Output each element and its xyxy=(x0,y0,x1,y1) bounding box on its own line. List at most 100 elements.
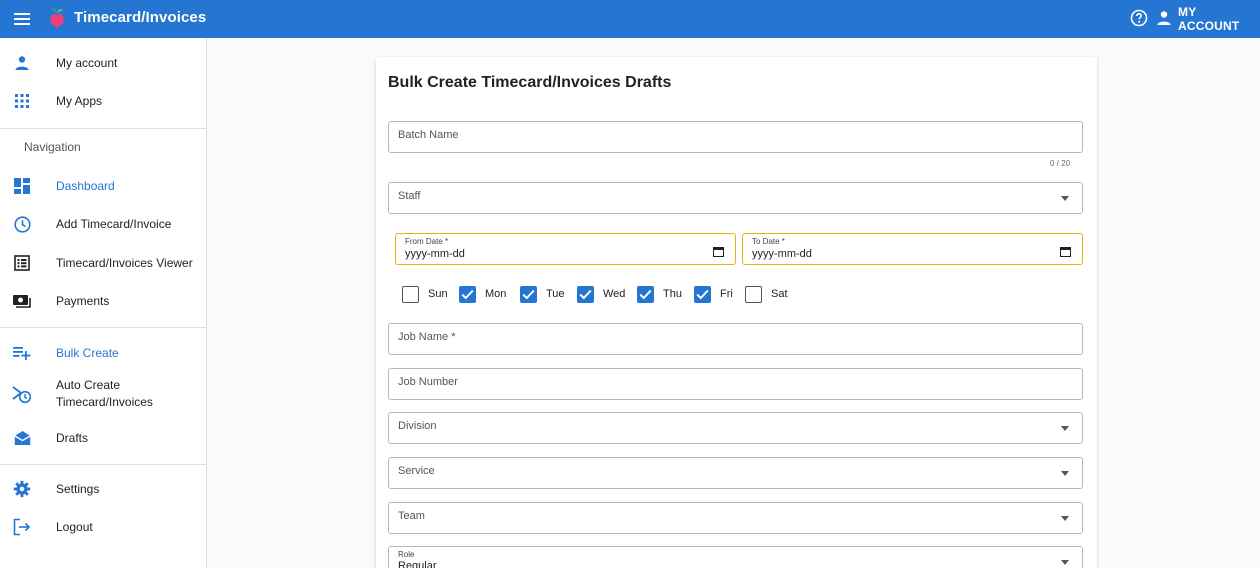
dashboard-icon xyxy=(12,176,32,196)
day-label: Mon xyxy=(485,288,507,300)
sidebar-item-label: Timecard/Invoices Viewer xyxy=(56,255,193,270)
list-icon xyxy=(12,253,32,273)
checkbox-icon[interactable] xyxy=(402,285,419,303)
apps-grid-icon xyxy=(12,91,32,111)
checkbox-checked-icon[interactable] xyxy=(637,285,654,303)
checkbox-checked-icon[interactable] xyxy=(459,285,476,303)
batch-name-counter: 0 / 20 xyxy=(1050,159,1071,168)
sidebar-item-label: Bulk Create xyxy=(56,345,119,360)
help-circle-icon[interactable] xyxy=(1130,9,1150,29)
to-date-value: yyyy-mm-dd xyxy=(752,248,812,260)
sidebar-item-logout[interactable]: Logout xyxy=(0,517,206,537)
calendar-icon[interactable] xyxy=(713,244,724,257)
division-label: Division xyxy=(398,420,437,432)
staff-select[interactable]: Staff xyxy=(388,182,1083,214)
sidebar-item-label: Logout xyxy=(56,519,93,534)
day-label: Sat xyxy=(771,288,788,300)
day-checkbox-wed[interactable]: Wed xyxy=(577,285,625,303)
day-label: Tue xyxy=(546,288,565,300)
playlist-add-icon xyxy=(12,343,32,363)
clock-icon xyxy=(12,214,32,234)
division-select[interactable]: Division xyxy=(388,412,1083,444)
role-value: Regular xyxy=(398,560,437,568)
service-label: Service xyxy=(398,465,435,477)
job-number-input[interactable]: Job Number xyxy=(388,368,1083,400)
team-select[interactable]: Team xyxy=(388,502,1083,534)
checkbox-checked-icon[interactable] xyxy=(694,285,711,303)
day-label: Thu xyxy=(663,288,682,300)
day-checkbox-tue[interactable]: Tue xyxy=(520,285,565,303)
sidebar-item-label: Drafts xyxy=(56,430,89,445)
day-checkbox-mon[interactable]: Mon xyxy=(459,285,506,303)
my-account-button[interactable]: MY ACCOUNT xyxy=(1156,5,1260,33)
drafts-icon xyxy=(12,428,32,448)
role-select[interactable]: Role Regular xyxy=(388,546,1083,568)
staff-label: Staff xyxy=(398,190,421,202)
batch-name-label: Batch Name xyxy=(398,129,459,141)
hamburger-menu-icon[interactable] xyxy=(12,9,32,29)
day-checkbox-thu[interactable]: Thu xyxy=(637,285,682,303)
day-label: Wed xyxy=(603,288,626,300)
sidebar-item-viewer[interactable]: Timecard/Invoices Viewer xyxy=(0,253,206,273)
money-icon xyxy=(12,291,32,311)
sidebar-item-label: Auto Create xyxy=(56,378,121,392)
sidebar-item-my-apps[interactable]: My Apps xyxy=(0,91,206,111)
chevron-down-icon xyxy=(1061,560,1069,565)
checkbox-checked-icon[interactable] xyxy=(577,285,594,303)
bulk-create-card: Bulk Create Timecard/Invoices Drafts Bat… xyxy=(376,57,1097,568)
sidebar-item-bulk-create[interactable]: Bulk Create xyxy=(0,343,206,363)
page-title: Bulk Create Timecard/Invoices Drafts xyxy=(388,74,672,91)
from-date-value: yyyy-mm-dd xyxy=(405,248,465,260)
sidebar-item-label: Payments xyxy=(56,293,110,308)
gear-icon xyxy=(12,479,32,499)
sidebar-item-label-line2: Timecard/Invoices xyxy=(56,395,153,409)
sidebar-item-my-account[interactable]: My account xyxy=(0,53,206,73)
auto-schedule-icon xyxy=(12,385,32,405)
calendar-icon[interactable] xyxy=(1060,244,1071,257)
team-label: Team xyxy=(398,510,425,522)
app-logo xyxy=(47,7,67,29)
checkbox-icon[interactable] xyxy=(745,285,762,303)
sidebar: My account My Apps Navigation Dashboard … xyxy=(0,38,207,568)
day-checkbox-fri[interactable]: Fri xyxy=(694,285,733,303)
from-date-label: From Date * xyxy=(405,237,449,246)
sidebar-item-label: Add Timecard/Invoice xyxy=(56,216,172,231)
checkbox-checked-icon[interactable] xyxy=(520,285,537,303)
chevron-down-icon xyxy=(1061,516,1069,521)
day-checkbox-sun[interactable]: Sun xyxy=(402,285,448,303)
to-date-input[interactable]: To Date * yyyy-mm-dd xyxy=(742,233,1083,265)
day-label: Sun xyxy=(428,288,448,300)
job-name-label: Job Name * xyxy=(398,331,456,343)
my-account-label: MY ACCOUNT xyxy=(1178,5,1240,33)
sidebar-item-auto-create[interactable]: Auto Create Timecard/Invoices xyxy=(0,377,206,413)
sidebar-item-settings[interactable]: Settings xyxy=(0,479,206,499)
day-checkbox-sat[interactable]: Sat xyxy=(745,285,788,303)
sidebar-item-payments[interactable]: Payments xyxy=(0,291,206,311)
sidebar-item-drafts[interactable]: Drafts xyxy=(0,428,206,448)
person-icon xyxy=(12,53,32,73)
from-date-input[interactable]: From Date * yyyy-mm-dd xyxy=(395,233,736,265)
sidebar-item-dashboard[interactable]: Dashboard xyxy=(0,176,206,196)
person-icon xyxy=(1156,10,1172,29)
sidebar-item-label: My account xyxy=(56,55,118,70)
job-number-label: Job Number xyxy=(398,376,458,388)
sidebar-divider xyxy=(0,464,206,465)
app-bar: Timecard/Invoices MY ACCOUNT xyxy=(0,0,1260,38)
to-date-label: To Date * xyxy=(752,237,785,246)
app-title: Timecard/Invoices xyxy=(74,9,207,26)
sidebar-divider xyxy=(0,327,206,328)
job-name-input[interactable]: Job Name * xyxy=(388,323,1083,355)
sidebar-item-label: Settings xyxy=(56,481,100,496)
chevron-down-icon xyxy=(1061,471,1069,476)
logout-icon xyxy=(12,517,32,537)
chevron-down-icon xyxy=(1061,426,1069,431)
navigation-subheader: Navigation xyxy=(24,140,81,154)
day-label: Fri xyxy=(720,288,733,300)
sidebar-item-label: Dashboard xyxy=(56,178,115,193)
batch-name-input[interactable]: Batch Name xyxy=(388,121,1083,153)
sidebar-item-add-timecard[interactable]: Add Timecard/Invoice xyxy=(0,214,206,234)
service-select[interactable]: Service xyxy=(388,457,1083,489)
sidebar-divider xyxy=(0,128,206,129)
sidebar-item-label: My Apps xyxy=(56,93,103,108)
role-label: Role xyxy=(398,550,415,559)
